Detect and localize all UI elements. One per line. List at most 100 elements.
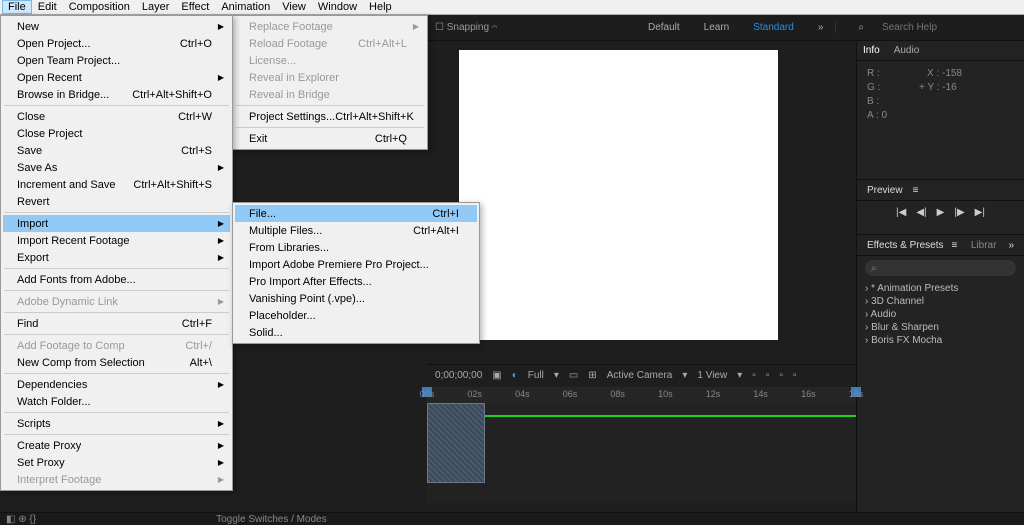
menu-composition[interactable]: Composition: [63, 1, 136, 13]
effect-category[interactable]: › Audio: [865, 308, 1016, 321]
composition-canvas[interactable]: [459, 50, 778, 340]
menubar[interactable]: FileEditCompositionLayerEffectAnimationV…: [0, 0, 1024, 15]
menu-item-new-comp-from-selection[interactable]: New Comp from SelectionAlt+\: [3, 354, 230, 371]
menu-item-dependencies[interactable]: Dependencies▶: [3, 376, 230, 393]
file-menu[interactable]: New▶Open Project...Ctrl+OOpen Team Proje…: [0, 15, 233, 491]
import-submenu[interactable]: File...Ctrl+IMultiple Files...Ctrl+Alt+I…: [232, 202, 480, 344]
effects-search[interactable]: ⌕: [865, 260, 1016, 276]
effects-list[interactable]: › * Animation Presets› 3D Channel› Audio…: [857, 280, 1024, 349]
menu-item-multiple-files[interactable]: Multiple Files...Ctrl+Alt+I: [235, 222, 477, 239]
camera-dropdown[interactable]: Active Camera: [607, 370, 673, 381]
menu-item-from-libraries[interactable]: From Libraries...: [235, 239, 477, 256]
view-dropdown[interactable]: 1 View: [697, 370, 727, 381]
grid-icon[interactable]: ▭: [569, 370, 578, 381]
menu-file[interactable]: File: [2, 0, 32, 14]
workspace-default[interactable]: Default: [636, 22, 692, 33]
tl-icon-4[interactable]: ▫: [793, 370, 797, 381]
menu-view[interactable]: View: [276, 1, 312, 13]
menu-item-adobe-dynamic-link: Adobe Dynamic Link▶: [3, 293, 230, 310]
effect-category[interactable]: › * Animation Presets: [865, 282, 1016, 295]
menu-item-browse-in-bridge[interactable]: Browse in Bridge...Ctrl+Alt+Shift+O: [3, 86, 230, 103]
info-panel-tabs[interactable]: Info Audio: [857, 41, 1024, 61]
timeline-ruler[interactable]: 00s02s04s06s08s10s12s14s16s18s: [427, 387, 856, 403]
search-help-input[interactable]: [882, 22, 1014, 33]
menu-item-open-team-project[interactable]: Open Team Project...: [3, 52, 230, 69]
menu-item-revert[interactable]: Revert: [3, 193, 230, 210]
tl-icon-3[interactable]: ▫: [779, 370, 783, 381]
menu-item-create-proxy[interactable]: Create Proxy▶: [3, 437, 230, 454]
menu-item-import-adobe-premiere-pro-project[interactable]: Import Adobe Premiere Pro Project...: [235, 256, 477, 273]
menu-item-save-as[interactable]: Save As▶: [3, 159, 230, 176]
menu-layer[interactable]: Layer: [136, 1, 176, 13]
menu-item-close-project[interactable]: Close Project: [3, 125, 230, 142]
guides-icon[interactable]: ⊞: [588, 370, 596, 381]
file-submenu-upper[interactable]: Replace Footage▶Reload FootageCtrl+Alt+L…: [232, 15, 428, 150]
menu-item-watch-folder[interactable]: Watch Folder...: [3, 393, 230, 410]
panel-menu-icon[interactable]: ≡: [952, 240, 958, 251]
menu-item-file[interactable]: File...Ctrl+I: [235, 205, 477, 222]
menu-edit[interactable]: Edit: [32, 1, 63, 13]
menu-item-add-fonts-from-adobe[interactable]: Add Fonts from Adobe...: [3, 271, 230, 288]
workspace-standard[interactable]: Standard: [741, 22, 806, 33]
menu-item-project-settings[interactable]: Project Settings...Ctrl+Alt+Shift+K: [235, 108, 425, 125]
menu-item-solid[interactable]: Solid...: [235, 324, 477, 341]
effects-search-input[interactable]: [877, 263, 1010, 274]
tab-info[interactable]: Info: [863, 45, 880, 56]
menu-item-import[interactable]: Import▶: [3, 215, 230, 232]
toggle-switches-button[interactable]: Toggle Switches / Modes: [216, 514, 327, 525]
tl-icon-2[interactable]: ▫: [766, 370, 770, 381]
menu-window[interactable]: Window: [312, 1, 363, 13]
menu-item-increment-and-save[interactable]: Increment and SaveCtrl+Alt+Shift+S: [3, 176, 230, 193]
menu-item-new[interactable]: New▶: [3, 18, 230, 35]
menu-item-pro-import-after-effects[interactable]: Pro Import After Effects...: [235, 273, 477, 290]
menu-effect[interactable]: Effect: [175, 1, 215, 13]
effect-category[interactable]: › Boris FX Mocha: [865, 334, 1016, 347]
menu-item-label: Solid...: [249, 327, 283, 339]
workspace-learn[interactable]: Learn: [692, 22, 742, 33]
preview-panel-header[interactable]: Preview ≡: [857, 179, 1024, 201]
search-icon: ⌕: [846, 22, 876, 33]
timeline-panel[interactable]: 0;00;00;00 ▣ ◐ Full ▾ ▭ ⊞ Active Camera▾…: [427, 364, 856, 512]
last-frame-icon[interactable]: ▶|: [975, 207, 985, 218]
menu-item-open-recent[interactable]: Open Recent▶: [3, 69, 230, 86]
tab-audio[interactable]: Audio: [894, 45, 920, 56]
resolution-dropdown[interactable]: Full: [528, 370, 544, 381]
effects-panel-header[interactable]: Effects & Presets ≡ Librar »: [857, 234, 1024, 256]
play-icon[interactable]: ▶: [937, 207, 945, 218]
tab-libraries[interactable]: Librar: [971, 240, 997, 251]
first-frame-icon[interactable]: |◀: [896, 207, 906, 218]
next-frame-icon[interactable]: |▶: [954, 207, 964, 218]
overflow-icon[interactable]: »: [806, 22, 836, 33]
search-help-wrap[interactable]: ⌕: [835, 22, 1024, 33]
tl-icon-1[interactable]: ▫: [752, 370, 756, 381]
preview-controls[interactable]: |◀ ◀| ▶ |▶ ▶|: [857, 201, 1024, 224]
menu-item-open-project[interactable]: Open Project...Ctrl+O: [3, 35, 230, 52]
menu-item-placeholder[interactable]: Placeholder...: [235, 307, 477, 324]
menu-item-export[interactable]: Export▶: [3, 249, 230, 266]
timeline-viewer-controls[interactable]: 0;00;00;00 ▣ ◐ Full ▾ ▭ ⊞ Active Camera▾…: [427, 365, 856, 385]
time-display[interactable]: 0;00;00;00: [435, 370, 482, 381]
work-area-bar[interactable]: [427, 415, 856, 417]
panel-menu-icon[interactable]: ≡: [913, 185, 919, 196]
timeline-tracks[interactable]: [427, 403, 856, 503]
menu-item-save[interactable]: SaveCtrl+S: [3, 142, 230, 159]
menu-item-exit[interactable]: ExitCtrl+Q: [235, 130, 425, 147]
timeline-clip[interactable]: [427, 403, 485, 483]
menu-item-close[interactable]: CloseCtrl+W: [3, 108, 230, 125]
status-icon[interactable]: ◧ ⊕ {}: [6, 514, 36, 525]
snapshot-icon[interactable]: ▣: [492, 370, 501, 381]
prev-frame-icon[interactable]: ◀|: [916, 207, 926, 218]
snapping-checkbox[interactable]: ☐ Snapping 𝄐: [427, 22, 505, 33]
effect-category[interactable]: › 3D Channel: [865, 295, 1016, 308]
menu-item-scripts[interactable]: Scripts▶: [3, 415, 230, 432]
menu-item-import-recent-footage[interactable]: Import Recent Footage▶: [3, 232, 230, 249]
menu-item-vanishing-point-vpe[interactable]: Vanishing Point (.vpe)...: [235, 290, 477, 307]
menu-help[interactable]: Help: [363, 1, 398, 13]
workspace-switcher[interactable]: Default Learn Standard » ⌕: [636, 22, 1024, 33]
mask-icon[interactable]: ◐: [512, 370, 518, 381]
menu-animation[interactable]: Animation: [215, 1, 276, 13]
menu-item-find[interactable]: FindCtrl+F: [3, 315, 230, 332]
menu-item-set-proxy[interactable]: Set Proxy▶: [3, 454, 230, 471]
overflow-icon[interactable]: »: [1008, 240, 1014, 251]
effect-category[interactable]: › Blur & Sharpen: [865, 321, 1016, 334]
